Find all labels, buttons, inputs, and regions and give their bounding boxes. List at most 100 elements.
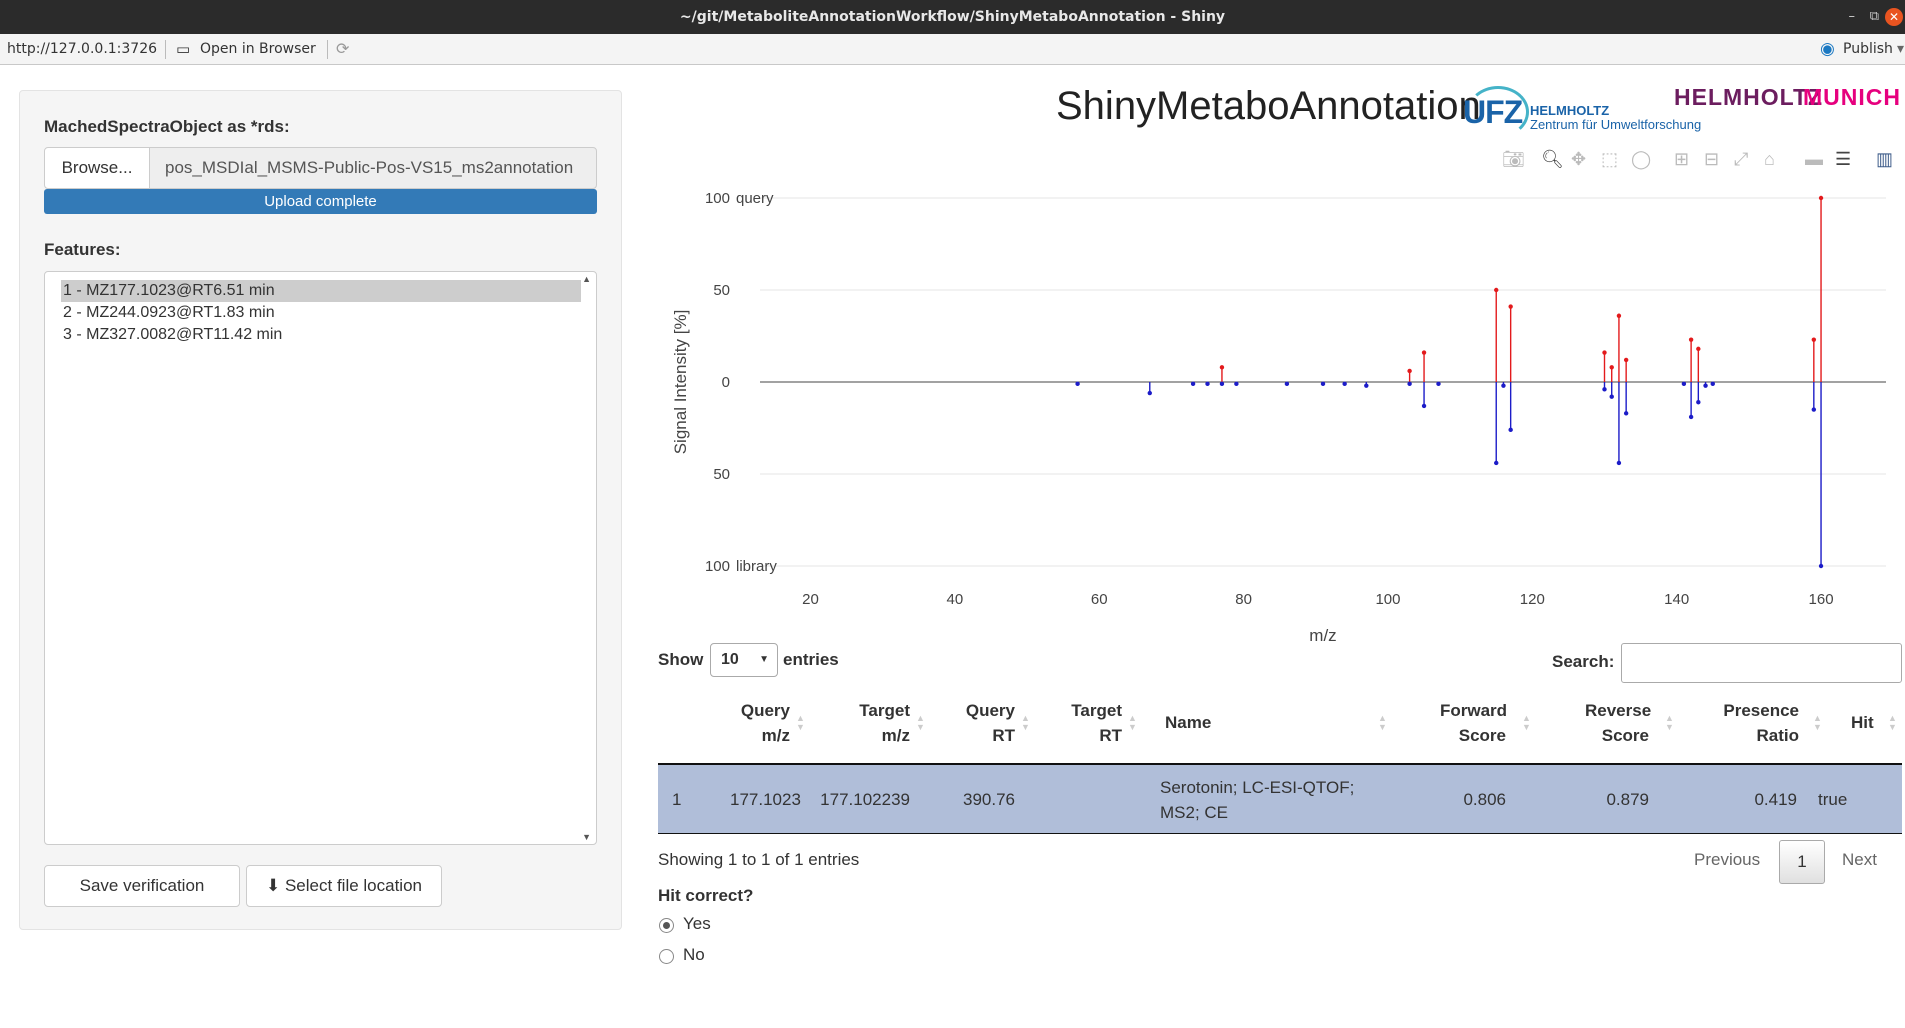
library-peak-point: [1234, 381, 1239, 387]
cell-reverse-score: 0.879: [1606, 790, 1649, 809]
reset-axes-icon[interactable]: ⌂: [1764, 148, 1775, 170]
annotation-library: library: [736, 558, 777, 575]
scroll-up-icon[interactable]: ▲: [582, 274, 591, 284]
library-peak-point: [1818, 563, 1824, 569]
sort-icon[interactable]: ▲ ▼: [916, 714, 925, 732]
sort-icon[interactable]: ▲ ▼: [1813, 714, 1822, 732]
col-header-query-mz[interactable]: Query m/z: [740, 698, 790, 748]
publish-button[interactable]: Publish: [1843, 41, 1893, 57]
library-peak-point: [1075, 381, 1080, 387]
col-header-name[interactable]: Name: [1165, 710, 1211, 735]
zoom-in-icon[interactable]: ⊞: [1674, 148, 1689, 170]
query-peak-point: [1602, 350, 1607, 355]
query-peak-point: [1609, 365, 1614, 370]
col-header-query-rt[interactable]: Query RT: [965, 698, 1015, 748]
library-peak-point: [1501, 383, 1506, 388]
publish-icon[interactable]: ◉: [1820, 39, 1835, 59]
zoom-icon[interactable]: 🔍︎: [1541, 148, 1564, 170]
open-browser-icon[interactable]: ▭: [176, 40, 190, 58]
query-peak-point: [1494, 287, 1499, 293]
box-select-icon[interactable]: ⬚: [1601, 148, 1618, 170]
radio-selected-dot: [663, 922, 670, 929]
col-header-forward-score[interactable]: Forward Score: [1440, 698, 1507, 748]
query-peak-point: [1623, 357, 1629, 363]
compare-hover-icon[interactable]: ☰: [1835, 148, 1851, 170]
feature-option[interactable]: 1 - MZ177.1023@RT6.51 min: [61, 280, 581, 302]
plotly-logo-icon[interactable]: ▥: [1876, 148, 1893, 170]
library-peak-point: [1494, 460, 1499, 466]
x-tick-label: 20: [802, 591, 819, 608]
helmholtz-munich-logo-b: MUNICH: [1803, 84, 1901, 110]
col-header-target-mz[interactable]: Target m/z: [858, 698, 910, 748]
radio-yes-label[interactable]: Yes: [683, 914, 711, 934]
y-tick-label: 50: [713, 466, 730, 483]
cell-index: 1: [672, 790, 682, 809]
col-header-target-rt[interactable]: Target RT: [1070, 698, 1122, 748]
open-browser-button[interactable]: Open in Browser: [200, 41, 316, 57]
library-peak-point: [1364, 383, 1369, 388]
sort-icon[interactable]: ▲ ▼: [1021, 714, 1030, 732]
library-peak-point: [1205, 381, 1210, 387]
close-icon[interactable]: ✕: [1885, 8, 1903, 26]
library-peak-point: [1681, 381, 1687, 387]
pan-icon[interactable]: ✥: [1571, 148, 1586, 170]
ufz-logo-line1: HELMHOLTZ: [1530, 103, 1610, 118]
zoom-out-icon[interactable]: ⊟: [1704, 148, 1719, 170]
col-header-hit[interactable]: Hit: [1851, 710, 1874, 735]
sort-icon[interactable]: ▲ ▼: [1665, 714, 1674, 732]
spectrum-mirror-plot[interactable]: 100 50 0 50 100 query library 20 40 60 80 100 120 140…: [656, 180, 1896, 650]
feature-option[interactable]: 2 - MZ244.0923@RT1.83 min: [61, 302, 581, 324]
scroll-down-icon[interactable]: ▼: [582, 832, 591, 842]
library-peak-point: [1508, 427, 1513, 433]
select-file-location-button[interactable]: ⬇ Select file location: [246, 865, 442, 907]
window-title: ~/git/MetaboliteAnnotationWorkflow/Shiny…: [679, 9, 1226, 25]
library-peak-point: [1436, 381, 1441, 387]
query-peak-point: [1219, 365, 1225, 370]
entries-select[interactable]: 10 ▼: [710, 643, 778, 677]
search-input[interactable]: [1621, 643, 1902, 683]
library-peak-point: [1609, 394, 1614, 399]
viewer-toolbar: http://127.0.0.1:3726 ▭ Open in Browser …: [0, 34, 1905, 65]
col-header-presence-ratio[interactable]: Presence Ratio: [1720, 698, 1799, 748]
save-verification-button[interactable]: Save verification: [44, 865, 240, 907]
table-row[interactable]: 1 177.1023 177.102239 390.76 Serotonin; …: [658, 765, 1902, 834]
publish-dropdown-icon[interactable]: ▾: [1897, 41, 1904, 57]
browse-button[interactable]: Browse...: [44, 147, 150, 189]
spike-lines-icon[interactable]: ▬: [1805, 148, 1823, 170]
y-tick-label: 100: [705, 190, 730, 207]
autoscale-icon[interactable]: ⤢: [1734, 148, 1748, 170]
feature-option[interactable]: 3 - MZ327.0082@RT11.42 min: [61, 324, 581, 346]
select-file-location-label: Select file location: [284, 876, 422, 895]
file-name-field[interactable]: pos_MSDIal_MSMS-Public-Pos-VS15_ms2annot…: [149, 147, 597, 189]
query-peak-point: [1421, 350, 1427, 355]
features-listbox[interactable]: 1 - MZ177.1023@RT6.51 min 2 - MZ244.0923…: [44, 271, 597, 845]
x-tick-label: 140: [1664, 591, 1689, 608]
query-peak-point: [1508, 304, 1513, 309]
library-peak-point: [1696, 400, 1701, 405]
sort-icon[interactable]: ▲ ▼: [1522, 714, 1531, 732]
camera-icon[interactable]: 📷︎: [1502, 148, 1525, 170]
minimize-icon[interactable]: –: [1849, 0, 1856, 34]
radio-no[interactable]: [659, 949, 674, 964]
radio-no-label[interactable]: No: [683, 945, 705, 965]
cell-query-rt: 390.76: [963, 790, 1015, 809]
query-peak-point: [1818, 195, 1824, 201]
sort-icon[interactable]: ▲ ▼: [1128, 714, 1137, 732]
app-title: ShinyMetaboAnnotation: [1056, 84, 1481, 128]
y-tick-label: 100: [705, 558, 730, 575]
sort-icon[interactable]: ▲ ▼: [1888, 714, 1897, 732]
hit-correct-label: Hit correct?: [658, 886, 754, 905]
lasso-icon[interactable]: ◯: [1631, 148, 1651, 170]
x-tick-label: 120: [1520, 591, 1545, 608]
page-1-button[interactable]: 1: [1779, 840, 1825, 884]
sort-icon[interactable]: ▲ ▼: [1378, 714, 1387, 732]
col-header-reverse-score[interactable]: Reverse Score: [1585, 698, 1651, 748]
radio-yes[interactable]: [659, 918, 674, 933]
library-peak-point: [1219, 381, 1225, 387]
next-button[interactable]: Next: [1842, 850, 1877, 870]
previous-button[interactable]: Previous: [1694, 850, 1760, 870]
x-tick-label: 100: [1375, 591, 1400, 608]
maximize-icon[interactable]: ⧉: [1870, 0, 1879, 34]
sort-icon[interactable]: ▲ ▼: [796, 714, 805, 732]
refresh-icon[interactable]: ⟳: [336, 39, 349, 58]
